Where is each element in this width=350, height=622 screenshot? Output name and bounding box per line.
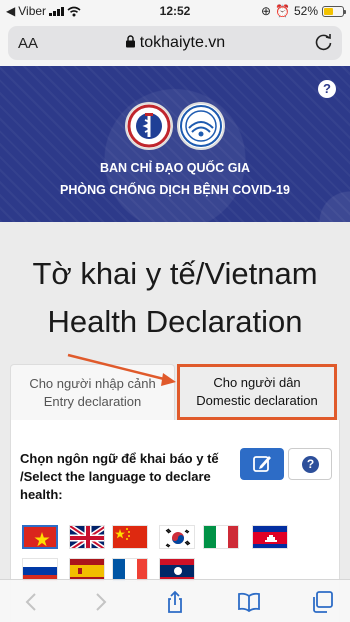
alarm-icon: ⏰ [275,4,290,18]
ministry-ict-logo [177,102,225,150]
lock-icon [125,35,135,48]
browser-chrome: AA tokhaiyte.vn [0,22,350,66]
back-icon[interactable] [20,590,44,614]
flag-south-korea[interactable] [159,525,195,549]
url-text: tokhaiyte.vn [139,34,226,51]
tab-domestic-declaration[interactable]: Cho người dân Domestic declaration [177,364,337,420]
page-title-line-2: Health Declaration [47,304,303,339]
flag-vietnam[interactable] [22,525,58,549]
tab-entry-declaration[interactable]: Cho người nhập cảnh Entry declaration [10,364,175,420]
flag-cambodia[interactable] [252,525,288,549]
tabs-icon[interactable] [310,590,334,614]
bookmarks-icon[interactable] [237,590,261,614]
url-display[interactable]: tokhaiyte.vn [8,34,342,52]
language-prompt: Chọn ngôn ngữ để khai báo y tế /Select t… [20,451,219,502]
browser-toolbar [0,579,350,622]
help-button[interactable]: ? [288,448,332,480]
status-right: ⊕ ⏰ 52% [260,4,346,18]
tab-domestic-line-2: Domestic declaration [196,393,318,408]
status-bar: ◀ Viber 12:52 ⊕ ⏰ 52% [0,0,350,22]
page-title-line-1: Tờ khai y tế/Vietnam [32,256,318,291]
logo-group [125,102,225,150]
battery-percent: 52% [293,4,318,18]
banner-line-2: PHÒNG CHỐNG DỊCH BỆNH COVID-19 [60,183,290,197]
battery-icon [322,5,346,17]
flag-united-kingdom[interactable] [69,525,105,549]
tab-domestic-line-1: Cho người dân [213,375,301,390]
reload-icon[interactable] [314,32,334,52]
edit-button[interactable] [240,448,284,480]
flag-china[interactable] [112,525,148,549]
tab-entry-line-2: Entry declaration [43,394,142,409]
edit-icon [253,456,271,472]
header-banner: ? BAN CHỈ ĐẠO QUỐC GIA PHÒNG CHỐNG DỊCH … [0,66,350,222]
share-icon[interactable] [163,590,187,614]
flag-italy[interactable] [203,525,239,549]
forward-icon[interactable] [88,590,112,614]
rotation-lock-icon: ⊕ [260,4,272,18]
tab-entry-line-1: Cho người nhập cảnh [29,376,156,391]
ministry-of-health-logo [125,102,173,150]
address-bar[interactable]: AA tokhaiyte.vn [8,26,342,60]
banner-line-1: BAN CHỈ ĐẠO QUỐC GIA [100,161,250,175]
help-icon[interactable]: ? [318,80,336,98]
question-icon: ? [302,456,319,473]
